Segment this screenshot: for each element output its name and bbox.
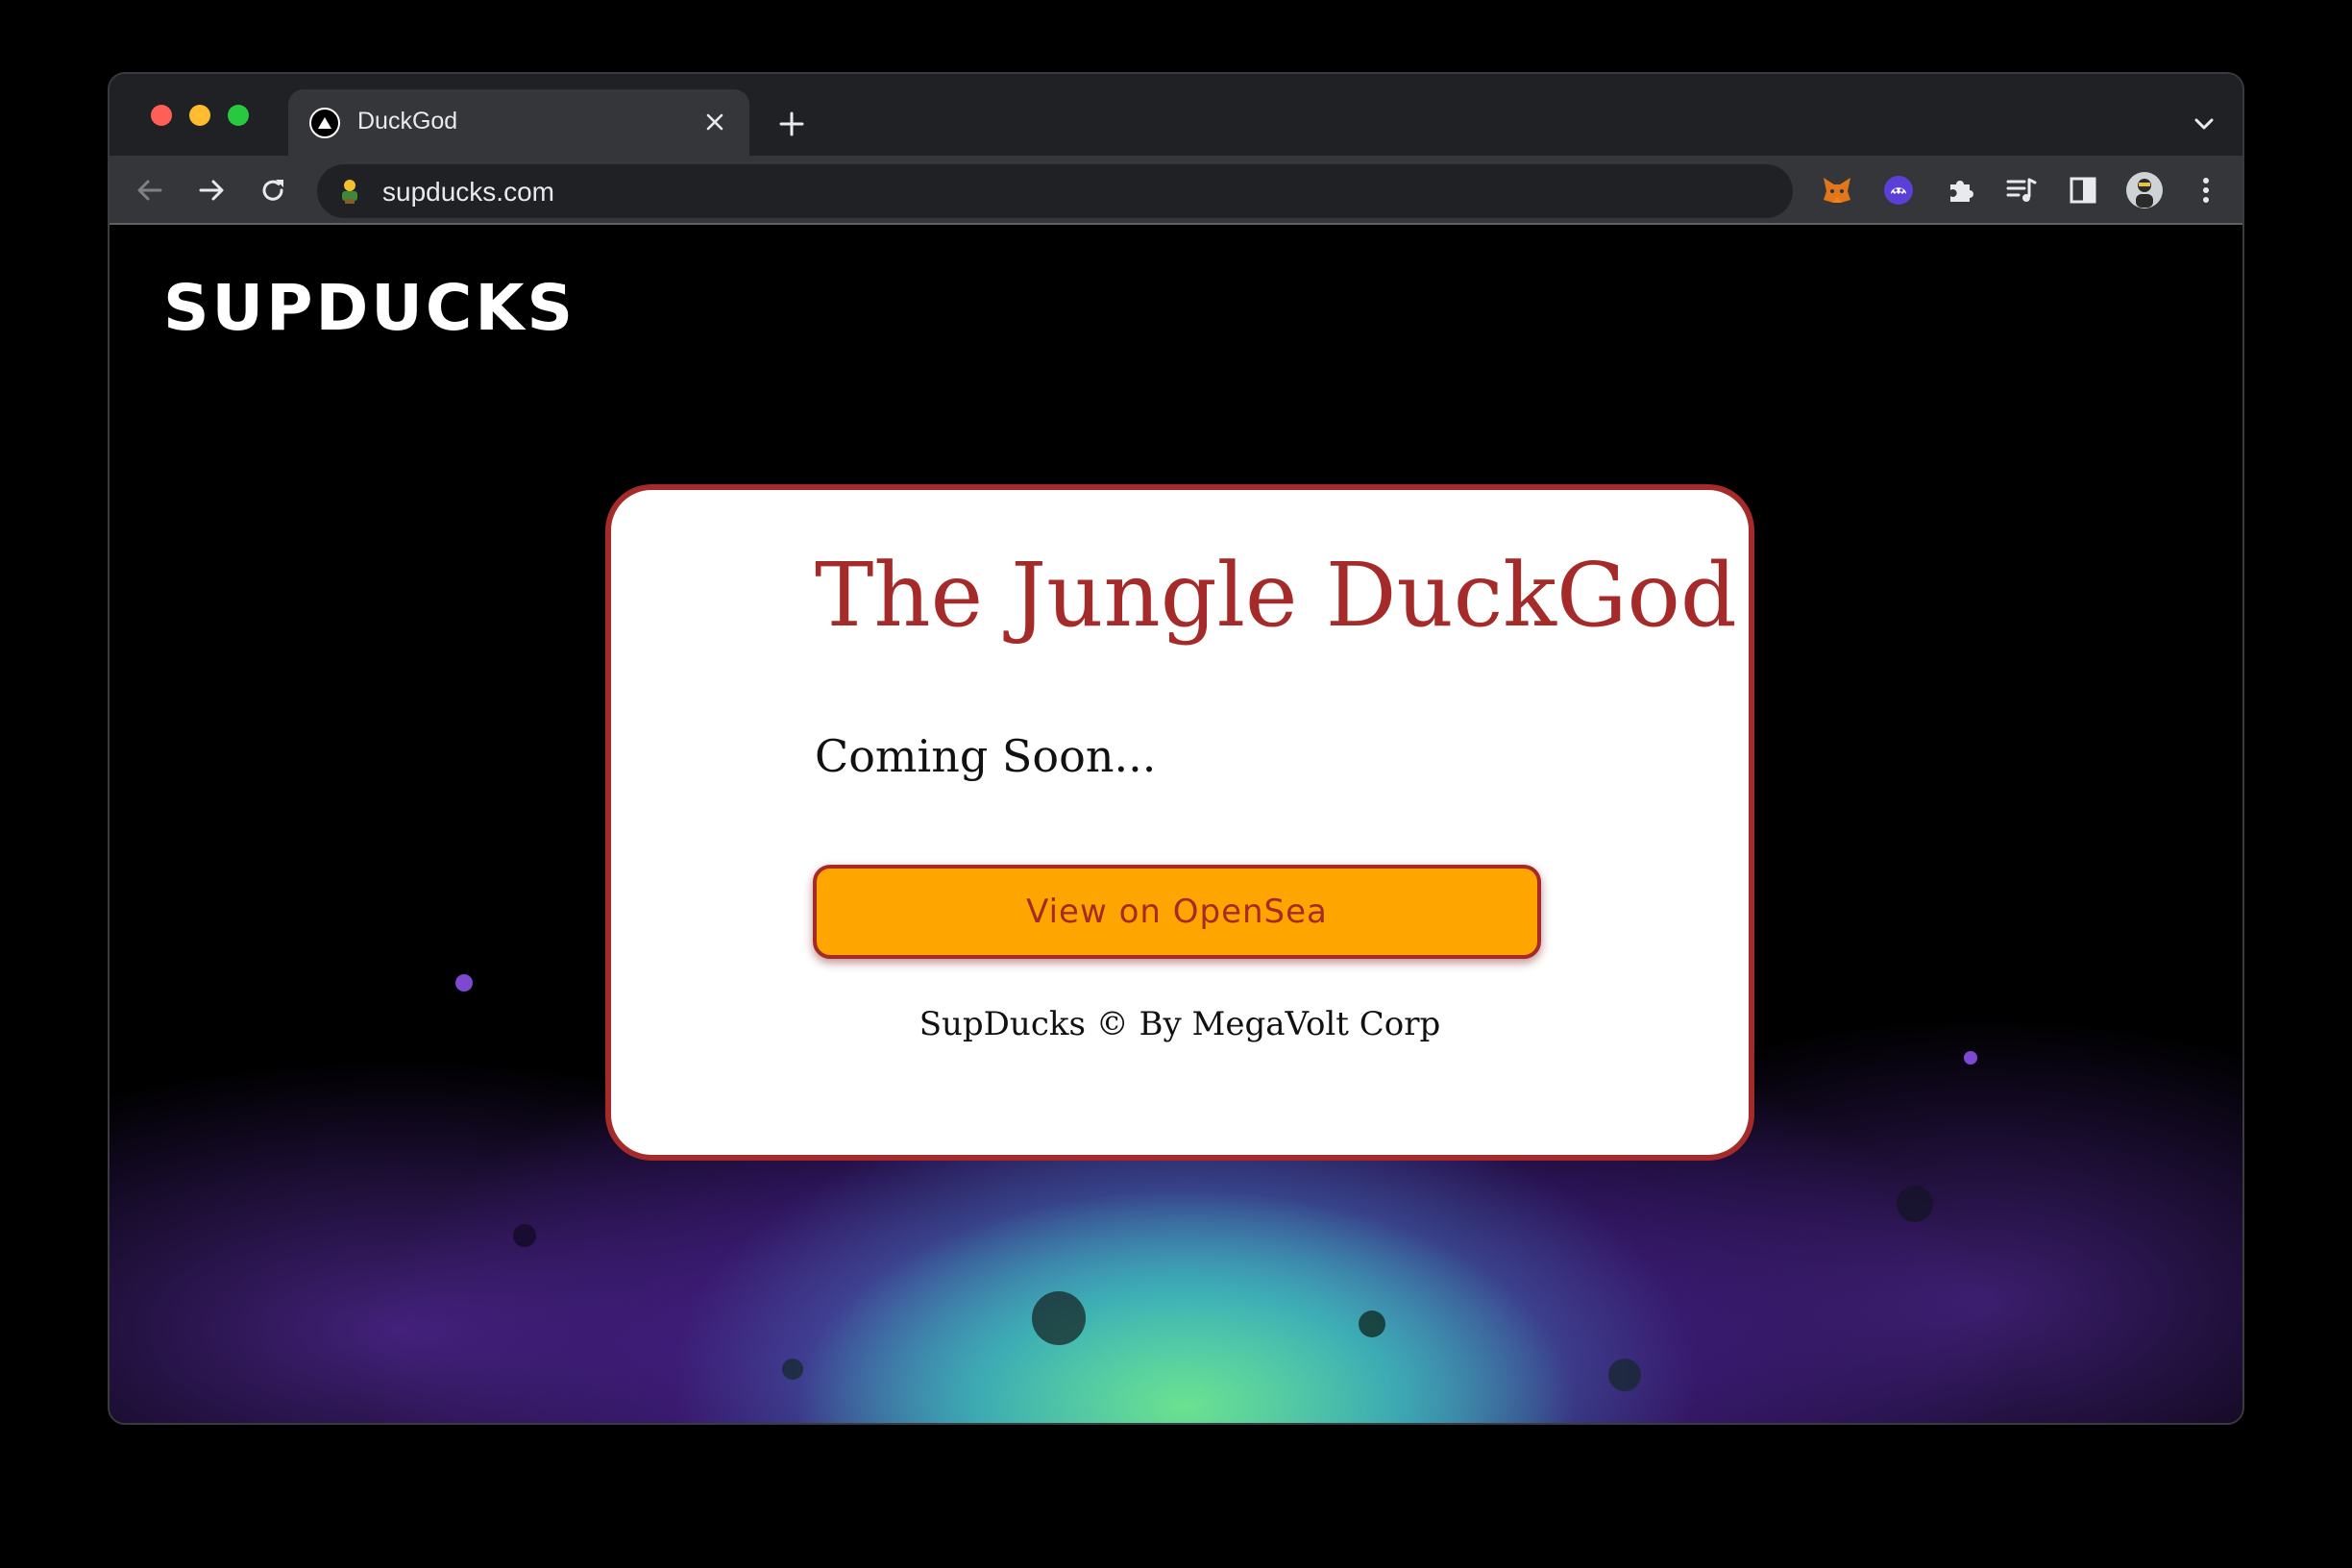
triangle-favicon-icon [309, 108, 340, 138]
duck-site-icon [336, 178, 363, 205]
announcement-card: The Jungle DuckGod Coming Soon... View o… [605, 484, 1754, 1161]
ghost-wallet-icon[interactable] [1877, 169, 1920, 211]
tab-title: DuckGod [357, 108, 458, 135]
minimize-window-button[interactable] [189, 105, 210, 126]
reading-list-icon[interactable] [2000, 169, 2043, 211]
close-tab-icon[interactable] [699, 107, 730, 137]
puzzle-extensions-icon[interactable] [1939, 169, 1981, 211]
side-panel-icon[interactable] [2062, 169, 2104, 211]
tab-duckgod[interactable]: DuckGod [288, 89, 749, 156]
new-tab-plus-icon[interactable] [772, 105, 811, 143]
browser-toolbar: supducks.com [110, 156, 2242, 225]
paint-speckle [513, 1224, 536, 1247]
paint-speckle [1359, 1311, 1385, 1337]
reload-icon[interactable] [252, 169, 294, 211]
kebab-menu-icon[interactable] [2185, 169, 2227, 211]
profile-avatar[interactable] [2123, 169, 2166, 211]
url-text: supducks.com [382, 177, 554, 207]
paint-speckle [1032, 1291, 1086, 1345]
close-window-button[interactable] [151, 105, 172, 126]
paint-speckle [1608, 1359, 1641, 1391]
address-bar[interactable]: supducks.com [317, 164, 1793, 218]
card-title: The Jungle DuckGod [815, 544, 1737, 647]
chevron-down-icon[interactable] [2187, 107, 2221, 141]
back-arrow-icon[interactable] [129, 169, 171, 211]
browser-window: DuckGod supducks.com SUPDUCKS The Jungle… [108, 72, 2244, 1425]
paint-speckle [1897, 1186, 1933, 1222]
forward-arrow-icon[interactable] [190, 169, 233, 211]
web-page: SUPDUCKS The Jungle DuckGod Coming Soon.… [110, 225, 2242, 1423]
maximize-window-button[interactable] [228, 105, 249, 126]
paint-speckle [455, 974, 473, 992]
coming-soon-text: Coming Soon... [815, 730, 1157, 782]
tab-strip: DuckGod [110, 74, 2242, 156]
paint-speckle [1964, 1051, 1977, 1065]
view-on-opensea-button[interactable]: View on OpenSea [813, 865, 1541, 959]
site-logo[interactable]: SUPDUCKS [163, 271, 576, 345]
metamask-fox-icon[interactable] [1816, 169, 1858, 211]
paint-speckle [782, 1359, 803, 1380]
copyright-footer: SupDucks © By MegaVolt Corp [919, 1005, 1441, 1043]
